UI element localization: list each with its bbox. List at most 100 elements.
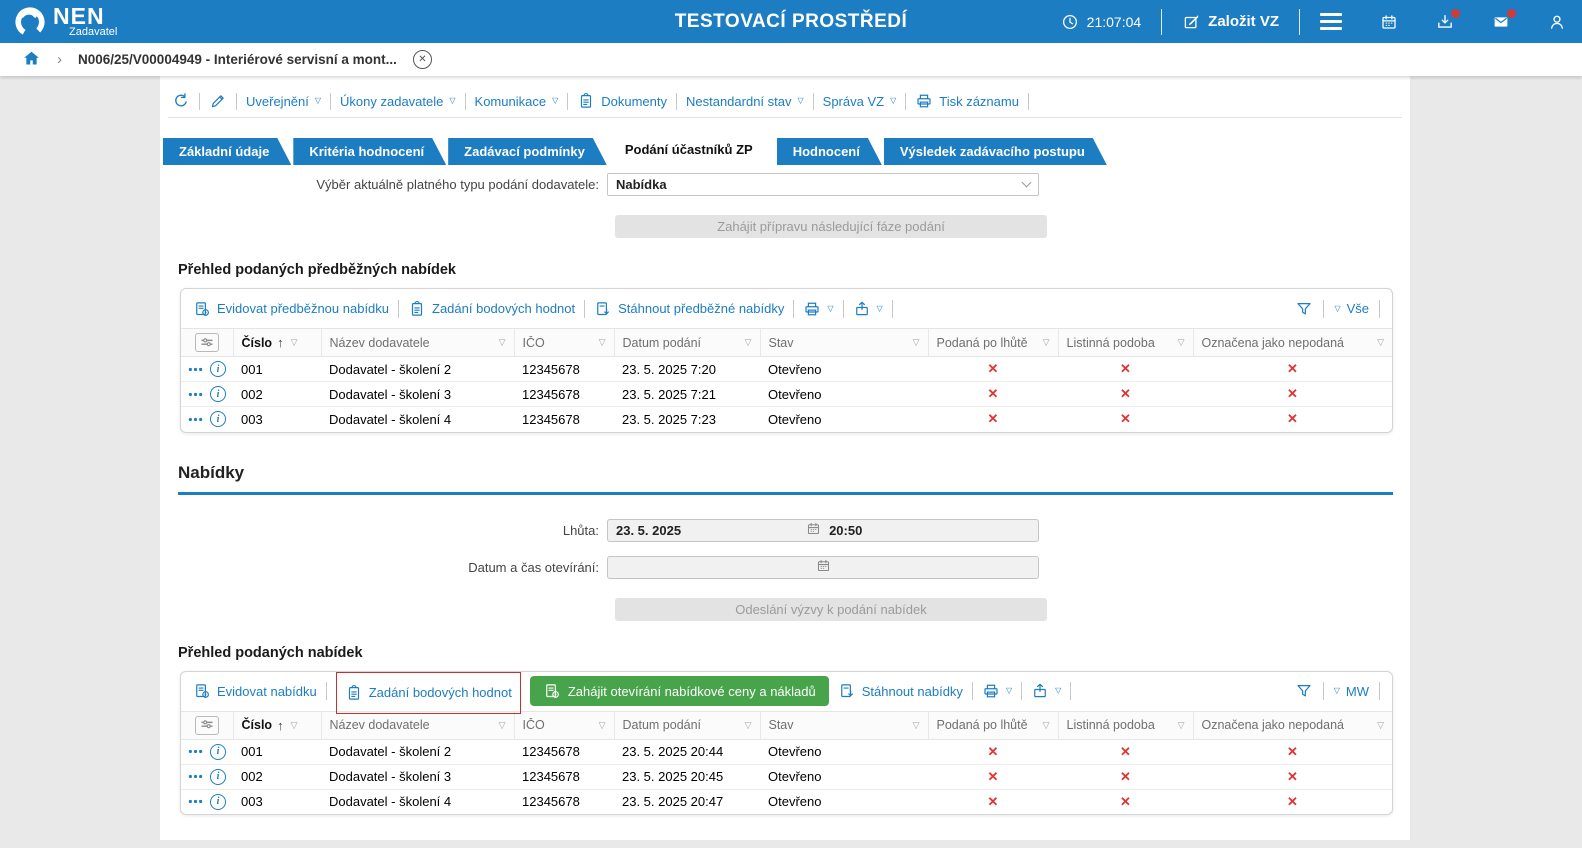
row-info-button[interactable]: i bbox=[210, 769, 226, 785]
filter-caret-icon[interactable]: ▽ bbox=[291, 720, 298, 731]
tab-zakladni-udaje[interactable]: Základní údaje bbox=[163, 138, 291, 165]
tab-zadavaci-podminky[interactable]: Zadávací podmínky bbox=[448, 138, 607, 165]
filter-caret-icon[interactable]: ▽ bbox=[1178, 720, 1185, 731]
filter-caret-icon[interactable]: ▽ bbox=[599, 337, 606, 348]
column-not-submitted[interactable]: Označena jako nepodaná▽ bbox=[1193, 329, 1392, 357]
filter-button[interactable] bbox=[1295, 682, 1313, 700]
open-prices-button[interactable]: Zahájit otevírání nabídkové ceny a nákla… bbox=[530, 676, 829, 706]
view-select[interactable]: ▽Vše bbox=[1334, 301, 1369, 316]
row-actions-button[interactable] bbox=[188, 774, 203, 779]
column-submitted[interactable]: Datum podání▽ bbox=[614, 329, 760, 357]
filter-caret-icon[interactable]: ▽ bbox=[291, 337, 298, 348]
menu-documents[interactable]: Dokumenty bbox=[577, 92, 667, 110]
column-not-submitted[interactable]: Označena jako nepodaná▽ bbox=[1193, 711, 1392, 739]
column-submitted[interactable]: Datum podání▽ bbox=[614, 711, 760, 739]
row-info-button[interactable]: i bbox=[210, 794, 226, 810]
row-actions-button[interactable] bbox=[188, 392, 203, 397]
row-info-button[interactable]: i bbox=[210, 411, 226, 427]
row-actions-button[interactable] bbox=[188, 749, 203, 754]
table-row[interactable]: i 001 Dodavatel - školení 2 12345678 23.… bbox=[181, 357, 1392, 382]
row-info-button[interactable]: i bbox=[210, 361, 226, 377]
table-row[interactable]: i 003 Dodavatel - školení 4 12345678 23.… bbox=[181, 789, 1392, 814]
column-number[interactable]: Číslo↑▽ bbox=[233, 711, 321, 739]
menu-publish[interactable]: Uveřejnění▽ bbox=[246, 94, 321, 109]
view-select[interactable]: ▽MW bbox=[1334, 684, 1369, 699]
register-offer-button[interactable]: Evidovat nabídku bbox=[193, 682, 317, 700]
tab-podani-ucastniku-zp[interactable]: Podání účastníků ZP bbox=[609, 134, 775, 165]
print-menu-button[interactable]: ▽ bbox=[803, 300, 833, 318]
edit-record-button[interactable] bbox=[209, 92, 227, 110]
column-ico[interactable]: IČO▽ bbox=[514, 711, 614, 739]
home-button[interactable] bbox=[22, 49, 41, 71]
enter-scores-button[interactable]: Zadání bodových hodnot bbox=[408, 300, 575, 318]
filter-caret-icon[interactable]: ▽ bbox=[1377, 720, 1384, 731]
filter-caret-icon[interactable]: ▽ bbox=[1043, 337, 1050, 348]
column-settings-button[interactable] bbox=[195, 333, 219, 352]
edit-icon bbox=[1182, 13, 1200, 31]
column-supplier[interactable]: Název dodavatele▽ bbox=[321, 329, 514, 357]
column-paper[interactable]: Listinná podoba▽ bbox=[1058, 711, 1193, 739]
column-state[interactable]: Stav▽ bbox=[760, 329, 928, 357]
undo-button[interactable] bbox=[172, 92, 190, 110]
opening-field[interactable] bbox=[607, 556, 1039, 579]
filter-caret-icon[interactable]: ▽ bbox=[599, 720, 606, 731]
download-offers-button[interactable]: Stáhnout nabídky bbox=[838, 682, 963, 700]
menu-contracting-actions[interactable]: Úkony zadavatele▽ bbox=[340, 94, 456, 109]
filter-button[interactable] bbox=[1295, 300, 1313, 318]
column-paper[interactable]: Listinná podoba▽ bbox=[1058, 329, 1193, 357]
table-row[interactable]: i 002 Dodavatel - školení 3 12345678 23.… bbox=[181, 764, 1392, 789]
filter-caret-icon[interactable]: ▽ bbox=[913, 720, 920, 731]
deadline-field[interactable]: 23. 5. 2025 20:50 bbox=[607, 519, 1039, 542]
row-actions-button[interactable] bbox=[188, 417, 203, 422]
row-actions-button[interactable] bbox=[188, 367, 203, 372]
row-actions-button[interactable] bbox=[188, 799, 203, 804]
column-state[interactable]: Stav▽ bbox=[760, 711, 928, 739]
column-supplier[interactable]: Název dodavatele▽ bbox=[321, 711, 514, 739]
export-menu-button[interactable]: ▽ bbox=[853, 300, 883, 318]
filter-caret-icon[interactable]: ▽ bbox=[745, 337, 752, 348]
print-menu-button[interactable]: ▽ bbox=[982, 682, 1012, 700]
send-call-button[interactable]: Odeslání výzvy k podání nabídek bbox=[615, 598, 1047, 621]
table-row[interactable]: i 003 Dodavatel - školení 4 12345678 23.… bbox=[181, 407, 1392, 432]
calendar-picker-button[interactable] bbox=[806, 521, 821, 539]
export-menu-button[interactable]: ▽ bbox=[1031, 682, 1061, 700]
user-profile-button[interactable] bbox=[1548, 13, 1566, 31]
register-prelim-offer-button[interactable]: Evidovat předběžnou nabídku bbox=[193, 300, 389, 318]
filter-caret-icon[interactable]: ▽ bbox=[1377, 337, 1384, 348]
messages-button[interactable] bbox=[1492, 13, 1510, 31]
filter-caret-icon[interactable]: ▽ bbox=[499, 337, 506, 348]
downloads-button[interactable] bbox=[1436, 13, 1454, 31]
print-record-button[interactable]: Tisk záznamu bbox=[915, 92, 1019, 110]
filter-caret-icon[interactable]: ▽ bbox=[1178, 337, 1185, 348]
start-next-phase-button[interactable]: Zahájit přípravu následující fáze podání bbox=[615, 215, 1047, 238]
row-info-button[interactable]: i bbox=[210, 744, 226, 760]
column-ico[interactable]: IČO▽ bbox=[514, 329, 614, 357]
breadcrumb-item[interactable]: N006/25/V00004949 - Interiérové servisní… bbox=[78, 52, 397, 67]
enter-scores-button-highlighted[interactable]: Zadání bodových hodnot bbox=[336, 672, 521, 714]
submission-type-select[interactable]: Nabídka bbox=[607, 173, 1039, 196]
menu-communication[interactable]: Komunikace▽ bbox=[475, 94, 559, 109]
tab-kriteria-hodnoceni[interactable]: Kritéria hodnocení bbox=[293, 138, 446, 165]
column-late[interactable]: Podaná po lhůtě▽ bbox=[928, 711, 1058, 739]
table-row[interactable]: i 001 Dodavatel - školení 2 12345678 23.… bbox=[181, 739, 1392, 764]
menu-button[interactable] bbox=[1320, 13, 1342, 30]
menu-nonstandard-state[interactable]: Nestandardní stav▽ bbox=[686, 94, 804, 109]
filter-caret-icon[interactable]: ▽ bbox=[745, 720, 752, 731]
tab-hodnoceni[interactable]: Hodnocení bbox=[777, 138, 882, 165]
nen-logo[interactable]: NEN Zadavatel bbox=[14, 5, 117, 38]
create-vz-button[interactable]: Založit VZ bbox=[1182, 13, 1279, 31]
filter-caret-icon[interactable]: ▽ bbox=[1043, 720, 1050, 731]
filter-caret-icon[interactable]: ▽ bbox=[499, 720, 506, 731]
column-settings-button[interactable] bbox=[195, 716, 219, 735]
tab-vysledek[interactable]: Výsledek zadávacího postupu bbox=[884, 138, 1107, 165]
row-info-button[interactable]: i bbox=[210, 386, 226, 402]
calendar-button[interactable] bbox=[1380, 13, 1398, 31]
column-late[interactable]: Podaná po lhůtě▽ bbox=[928, 329, 1058, 357]
filter-caret-icon[interactable]: ▽ bbox=[913, 337, 920, 348]
menu-manage-vz[interactable]: Správa VZ▽ bbox=[823, 94, 897, 109]
column-number[interactable]: Číslo↑▽ bbox=[233, 329, 321, 357]
download-prelim-offers-button[interactable]: Stáhnout předběžné nabídky bbox=[594, 300, 784, 318]
calendar-picker-button[interactable] bbox=[816, 558, 831, 576]
table-row[interactable]: i 002 Dodavatel - školení 3 12345678 23.… bbox=[181, 382, 1392, 407]
close-record-button[interactable]: ✕ bbox=[413, 50, 432, 69]
